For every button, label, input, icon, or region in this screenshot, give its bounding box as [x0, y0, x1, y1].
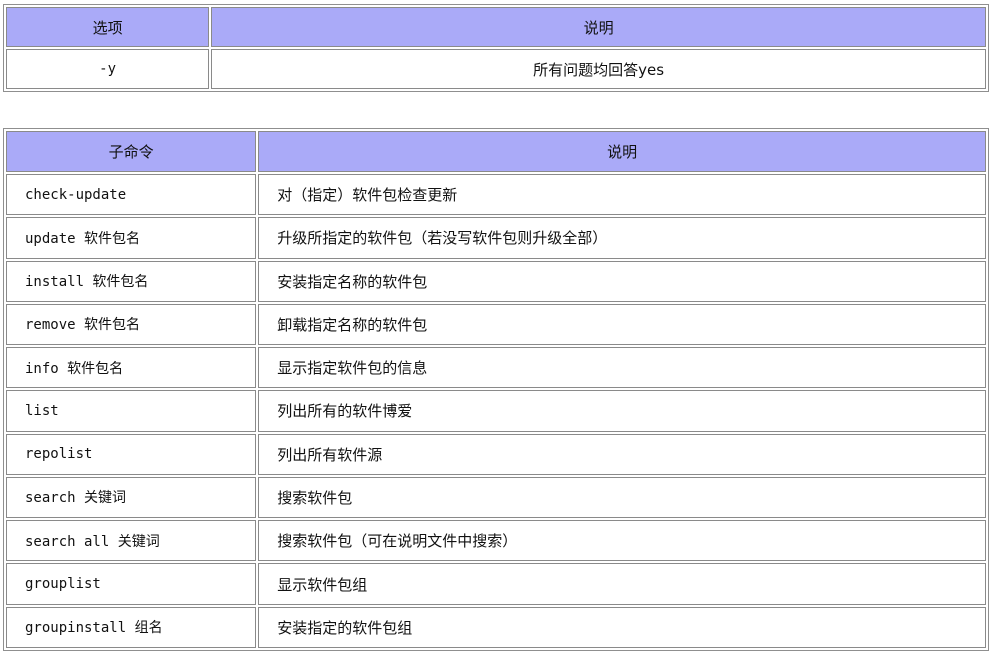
- command-cell: groupinstall 组名: [6, 606, 257, 648]
- table-row: search 关键词 搜索软件包: [6, 476, 986, 519]
- table-row: repolist 列出所有软件源: [6, 433, 986, 475]
- description-cell: 所有问题均回答yes: [211, 49, 986, 89]
- option-cell: -y: [6, 49, 210, 89]
- command-cell: search all 关键词: [6, 520, 257, 562]
- description-cell: 搜索软件包（可在说明文件中搜索）: [258, 520, 986, 562]
- description-column-header: 说明: [211, 7, 986, 47]
- description-column-header: 说明: [258, 131, 986, 172]
- subcommand-column-header: 子命令: [6, 131, 257, 172]
- description-cell: 列出所有的软件博爱: [258, 390, 986, 432]
- table-row: check-update 对（指定）软件包检查更新: [6, 174, 986, 216]
- command-cell: list: [6, 390, 257, 432]
- table-row: info 软件包名 显示指定软件包的信息: [6, 347, 986, 389]
- description-cell: 搜索软件包: [258, 476, 986, 519]
- table-row: list 列出所有的软件博爱: [6, 390, 986, 432]
- table-row: update 软件包名 升级所指定的软件包（若没写软件包则升级全部）: [6, 217, 986, 259]
- options-header-row: 选项 说明: [6, 7, 986, 47]
- description-cell: 显示指定软件包的信息: [258, 347, 986, 389]
- table-row: search all 关键词 搜索软件包（可在说明文件中搜索）: [6, 520, 986, 562]
- description-cell: 列出所有软件源: [258, 433, 986, 475]
- command-cell: remove 软件包名: [6, 303, 257, 346]
- command-cell: repolist: [6, 433, 257, 475]
- table-row: -y 所有问题均回答yes: [6, 49, 986, 89]
- description-cell: 显示软件包组: [258, 563, 986, 605]
- options-table: 选项 说明 -y 所有问题均回答yes: [3, 4, 989, 92]
- command-cell: update 软件包名: [6, 217, 257, 259]
- command-cell: search 关键词: [6, 476, 257, 519]
- description-cell: 安装指定的软件包组: [258, 606, 986, 648]
- option-column-header: 选项: [6, 7, 210, 47]
- command-cell: install 软件包名: [6, 260, 257, 302]
- table-row: remove 软件包名 卸载指定名称的软件包: [6, 303, 986, 346]
- table-row: install 软件包名 安装指定名称的软件包: [6, 260, 986, 302]
- description-cell: 卸载指定名称的软件包: [258, 303, 986, 346]
- description-cell: 升级所指定的软件包（若没写软件包则升级全部）: [258, 217, 986, 259]
- command-cell: grouplist: [6, 563, 257, 605]
- table-row: grouplist 显示软件包组: [6, 563, 986, 605]
- command-cell: info 软件包名: [6, 347, 257, 389]
- subcommands-table: 子命令 说明 check-update 对（指定）软件包检查更新 update …: [3, 128, 989, 651]
- command-cell: check-update: [6, 174, 257, 216]
- description-cell: 对（指定）软件包检查更新: [258, 174, 986, 216]
- table-row: groupinstall 组名 安装指定的软件包组: [6, 606, 986, 648]
- subcommands-header-row: 子命令 说明: [6, 131, 986, 172]
- description-cell: 安装指定名称的软件包: [258, 260, 986, 302]
